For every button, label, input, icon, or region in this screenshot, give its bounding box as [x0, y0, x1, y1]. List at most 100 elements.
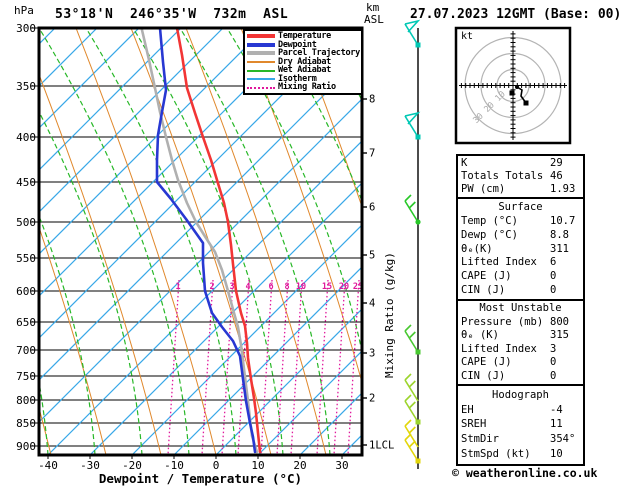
altitude-tick-label: 1LCL [369, 440, 394, 452]
altitude-tick-label: 5 [369, 250, 375, 262]
panel-row-label: Temp (°C) [461, 214, 518, 227]
pressure-tick-label: 850 [16, 417, 36, 430]
sounding-page: 1 2 3 4 6 8 10 15 20 25 300 350 400 450 500 550 600 650 70… [0, 0, 629, 486]
wind-barb-column [404, 19, 421, 469]
pressure-tick-label: 500 [16, 216, 36, 229]
mixing-ratio-value-label: 20 [339, 282, 349, 292]
panel-row-label: Pressure (mb) [461, 315, 544, 328]
panel-row-value: 0 [550, 356, 557, 369]
pressure-tick-label: 900 [16, 440, 36, 453]
pressure-tick-label: 550 [16, 252, 36, 265]
panel-row-value: 29 [550, 157, 563, 169]
panel-row-label: Lifted Index [461, 342, 537, 355]
legend-line-sample [247, 51, 275, 56]
panel-row: PW (cm) 1.93 [461, 183, 580, 196]
legend-line-sample [247, 86, 275, 89]
altitude-tick-label: 4 [369, 298, 375, 310]
panel-row-value: 8.8 [550, 228, 569, 241]
datetime-title: 27.07.2023 12GMT (Base: 00) [410, 7, 622, 22]
panel-row-label: StmDir [461, 433, 499, 446]
panel-row-value: 3 [550, 342, 557, 355]
altitude-tick-label: 8 [369, 94, 375, 106]
panel-row-value: 0 [550, 270, 557, 283]
panel-row-value: 315 [550, 329, 569, 342]
panel-row: CIN (J) 0 [461, 370, 580, 383]
panel-row-value: 6 [550, 256, 557, 269]
panel-row-label: θₑ(K) [461, 242, 493, 255]
altitude-tick-label: 6 [369, 202, 375, 214]
panel-row-label: PW (cm) [461, 183, 506, 195]
altitude-tick-label: 2 [369, 393, 375, 405]
panel-row-label: CIN (J) [461, 369, 506, 382]
panel-row-value: 10 [550, 448, 563, 461]
pressure-tick-label: 650 [16, 316, 36, 329]
hodograph-ring-label: 10 [493, 89, 507, 103]
legend-line-sample [247, 61, 275, 63]
mixing-ratio-value-label: 1 [175, 282, 180, 292]
pressure-axis: 300 350 400 450 500 550 600 650 700 750 800 850 900 [16, 22, 38, 453]
pressure-tick-label: 750 [16, 370, 36, 383]
copyright-credit: © weatheronline.co.uk [452, 466, 598, 480]
panel-row-value: 0 [550, 369, 557, 382]
panel-row: EH -4 [461, 404, 580, 417]
panel-row: Lifted Index 6 [461, 256, 580, 269]
station-title: 53°18'N 246°35'W 732m ASL [55, 7, 289, 22]
panel-row: K 29 [461, 157, 580, 170]
panel-row-label: EH [461, 403, 474, 416]
panel-row: Temp (°C) 10.7 [461, 215, 580, 228]
panel-section-header: Most Unstable [479, 302, 562, 315]
panel-row: Totals Totals 46 [461, 170, 580, 183]
pressure-tick-label: 350 [16, 80, 36, 93]
panel-row-value: 10.7 [550, 214, 576, 227]
panel-row: CIN (J) 0 [461, 284, 580, 297]
legend-item-label: Mixing Ratio [278, 82, 336, 93]
chart-legend: Temperature Dewpoint Parcel Trajectory Dry … [243, 29, 363, 95]
mixing-ratio-axis-label: Mixing Ratio (g/kg) [383, 252, 396, 378]
panel-row-value: 0 [550, 284, 557, 297]
legend-line-sample [247, 42, 275, 47]
pressure-tick-label: 300 [16, 22, 36, 35]
panel-section-header: Surface [498, 200, 543, 213]
panel-row-value: 311 [550, 242, 569, 255]
mixing-ratio-value-label: 6 [268, 282, 273, 292]
panel-row-label: CAPE (J) [461, 356, 512, 369]
mixing-ratio-value-label: 8 [284, 282, 289, 292]
panel-row: Lifted Index 3 [461, 343, 580, 356]
panel-row-label: K [461, 157, 468, 169]
mixing-ratio-value-label: 15 [322, 282, 332, 292]
panel-row: θₑ (K) 315 [461, 329, 580, 342]
panel-section-indices: K 29 Totals Totals 46 PW (cm) 1.93 [456, 154, 585, 199]
pressure-tick-label: 700 [16, 344, 36, 357]
altitude-unit-asl-label: ASL [364, 13, 384, 26]
panel-section-most-unstable: Most Unstable Pressure (mb) 800 θₑ (K) 315 Li… [456, 299, 585, 386]
legend-line-sample [247, 34, 275, 39]
pressure-tick-label: 800 [16, 394, 36, 407]
panel-row-value: 1.93 [550, 183, 576, 195]
panel-row-label: CIN (J) [461, 284, 506, 297]
panel-section-header: Hodograph [492, 388, 549, 401]
panel-row-label: CAPE (J) [461, 270, 512, 283]
panel-row: Dewp (°C) 8.8 [461, 229, 580, 242]
panel-row-label: StmSpd (kt) [461, 448, 531, 461]
panel-row: θₑ(K) 311 [461, 243, 580, 256]
panel-row-label: Lifted Index [461, 256, 537, 269]
altitude-tick-label: 7 [369, 148, 375, 160]
panel-row: StmSpd (kt) 10 [461, 448, 580, 461]
pressure-tick-label: 400 [16, 131, 36, 144]
panel-row-value: 11 [550, 418, 563, 431]
panel-row-value: 800 [550, 315, 569, 328]
legend-line-sample [247, 69, 275, 72]
panel-row: CAPE (J) 0 [461, 356, 580, 369]
mixing-ratio-value-label: 4 [245, 282, 250, 292]
panel-section-surface: Surface Temp (°C) 10.7 Dewp (°C) 8.8 θₑ(K) 311… [456, 197, 585, 301]
panel-section-hodograph: Hodograph EH -4 SREH 11 StmDir 354° StmSpd (kt)… [456, 384, 585, 466]
legend-line-sample [247, 78, 275, 81]
temperature-axis-title: Dewpoint / Temperature (°C) [98, 471, 303, 486]
hodograph-ring-label: 20 [482, 100, 496, 114]
panel-row-value: 354° [550, 433, 576, 446]
panel-row: SREH 11 [461, 418, 580, 431]
pressure-tick-label: 600 [16, 285, 36, 298]
legend-item: Mixing Ratio [247, 83, 359, 92]
panel-row-label: Totals Totals [461, 170, 544, 182]
mixing-ratio-value-label: 3 [229, 282, 234, 292]
